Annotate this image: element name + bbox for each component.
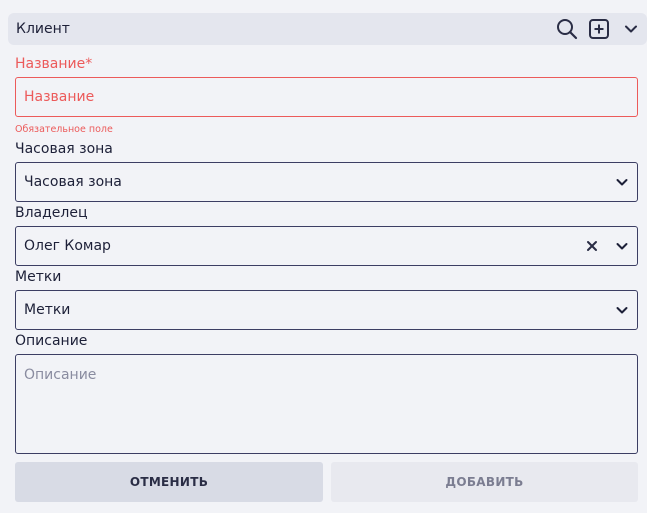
header-title: Клиент [16, 21, 70, 37]
add-button[interactable]: ДОБАВИТЬ [331, 462, 638, 502]
owner-select[interactable]: Олег Комар [15, 226, 638, 266]
search-icon[interactable] [551, 13, 583, 45]
add-square-icon[interactable] [583, 13, 615, 45]
timezone-select[interactable]: Часовая зона [15, 162, 638, 202]
description-placeholder: Описание [24, 367, 97, 383]
description-label: Описание [15, 333, 88, 349]
tags-label: Метки [15, 269, 62, 285]
name-required-hint: Обязательное поле [15, 124, 113, 135]
name-input[interactable]: Название [15, 77, 638, 117]
owner-value: Олег Комар [24, 238, 111, 254]
clear-icon[interactable] [577, 227, 607, 265]
chevron-down-icon[interactable] [607, 291, 637, 329]
timezone-value: Часовая зона [24, 174, 122, 190]
name-label: Название* [15, 56, 93, 72]
chevron-down-icon[interactable] [607, 163, 637, 201]
timezone-label: Часовая зона [15, 141, 113, 157]
cancel-button[interactable]: ОТМЕНИТЬ [15, 462, 323, 502]
tags-value: Метки [24, 302, 71, 318]
chevron-down-icon[interactable] [607, 227, 637, 265]
tags-select[interactable]: Метки [15, 290, 638, 330]
header-actions [551, 13, 647, 45]
chevron-down-icon[interactable] [615, 13, 647, 45]
client-header: Клиент [8, 13, 647, 45]
owner-label: Владелец [15, 205, 88, 221]
name-placeholder: Название [24, 89, 95, 105]
description-textarea[interactable]: Описание [15, 354, 638, 454]
